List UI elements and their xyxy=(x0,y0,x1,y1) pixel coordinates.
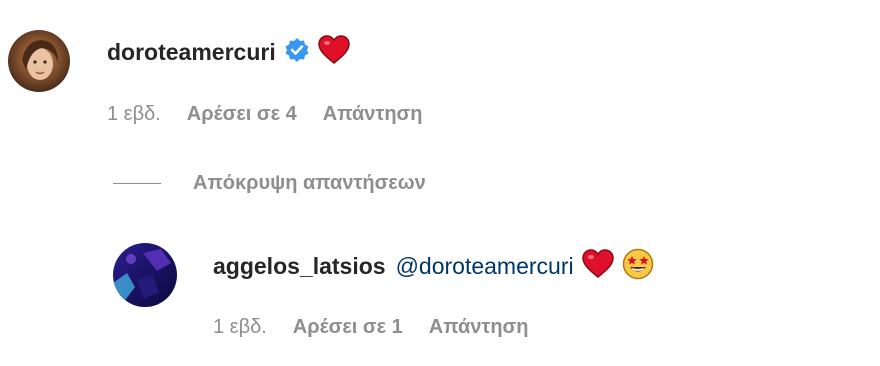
reply-mention-link[interactable]: @doroteamercuri xyxy=(396,253,574,280)
comment-header: doroteamercuri xyxy=(107,35,350,70)
reply-reply-button[interactable]: Απάντηση xyxy=(429,316,529,339)
red-heart-icon xyxy=(317,35,350,70)
comment-meta: 1 εβδ. Αρέσει σε 4 Απάντηση xyxy=(107,103,448,126)
reply-username[interactable]: aggelos_latsios xyxy=(213,253,386,280)
comment-likes[interactable]: Αρέσει σε 4 xyxy=(187,103,297,126)
red-heart-icon xyxy=(581,249,614,284)
divider xyxy=(113,183,161,184)
hide-replies-button[interactable]: Απόκρυψη απαντήσεων xyxy=(113,172,426,195)
star-struck-emoji-icon xyxy=(622,248,654,285)
verified-badge-icon xyxy=(284,37,310,68)
comment-username[interactable]: doroteamercuri xyxy=(107,39,276,66)
reply-time[interactable]: 1 εβδ. xyxy=(213,316,267,339)
reply-header: aggelos_latsios @doroteamercuri xyxy=(213,248,654,285)
reply-avatar[interactable] xyxy=(113,243,177,307)
comment-time[interactable]: 1 εβδ. xyxy=(107,103,161,126)
comment-reply-button[interactable]: Απάντηση xyxy=(323,103,423,126)
hide-replies-label: Απόκρυψη απαντήσεων xyxy=(193,172,426,194)
reply-likes[interactable]: Αρέσει σε 1 xyxy=(293,316,403,339)
avatar[interactable] xyxy=(8,30,70,92)
reply-meta: 1 εβδ. Αρέσει σε 1 Απάντηση xyxy=(213,316,554,339)
